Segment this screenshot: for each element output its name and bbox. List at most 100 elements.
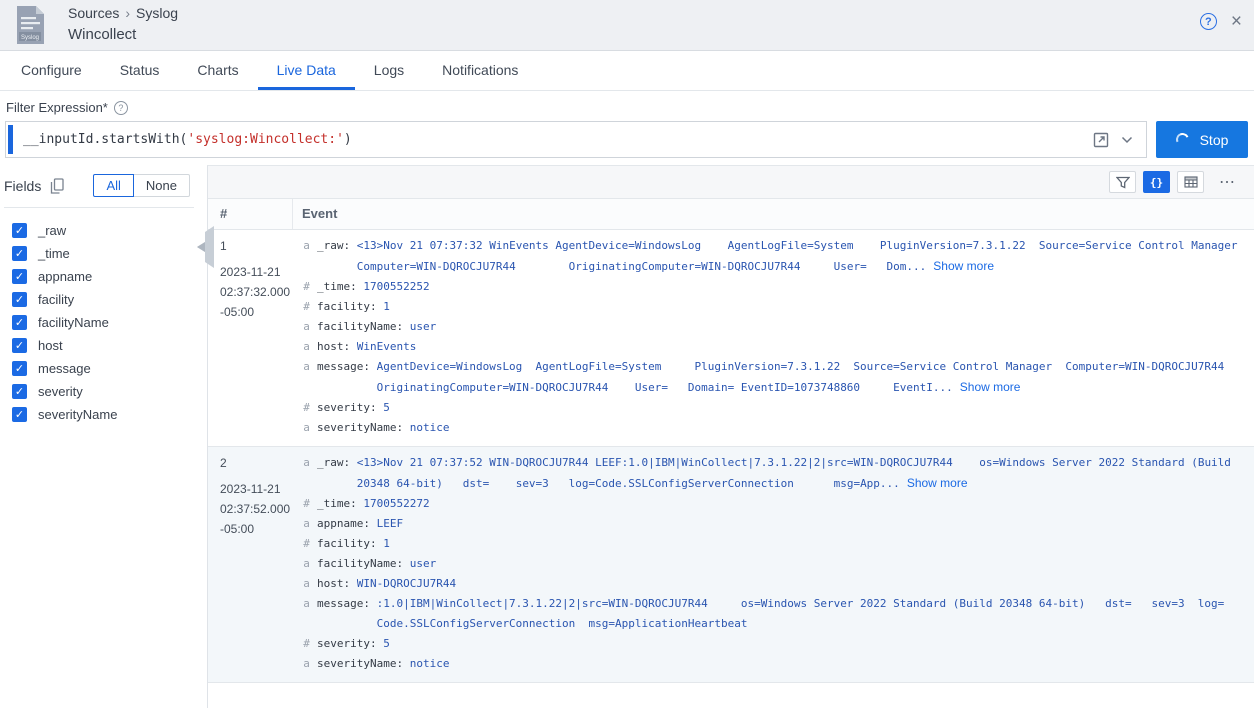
column-header-number: # <box>208 199 292 229</box>
breadcrumb-sources[interactable]: Sources <box>68 5 119 21</box>
tab-status[interactable]: Status <box>101 51 179 90</box>
event-timestamp: 02:37:32.000 <box>220 282 292 302</box>
event-timestamp: 2023-11-21 <box>220 479 292 499</box>
event-table: {} ⋯ # Event 1 2023-11-21 02:37:32.000 -05:… <box>207 165 1254 708</box>
field-name: _time: <box>317 277 363 297</box>
field-type-icon: a <box>302 654 311 674</box>
help-icon[interactable]: ? <box>1200 13 1217 30</box>
event-field-facilityName: afacilityName: user <box>302 554 1254 574</box>
event-field-severity: #severity: 5 <box>302 634 1254 654</box>
chevron-down-icon[interactable] <box>1121 136 1133 144</box>
filter-funnel-button[interactable] <box>1109 171 1136 193</box>
breadcrumb-separator: › <box>125 5 130 21</box>
fields-list: ✓_raw✓_time✓appname✓facility✓facilityNam… <box>4 208 196 422</box>
event-field-message: amessage: :1.0|IBM|WinCollect|7.3.1.22|2… <box>302 594 1254 634</box>
field-name: message: <box>317 357 377 398</box>
stop-button[interactable]: Stop <box>1156 121 1248 158</box>
field-type-icon: a <box>302 357 311 398</box>
field-label: appname <box>38 269 92 284</box>
event-field-facility: #facility: 1 <box>302 297 1254 317</box>
table-view-button[interactable] <box>1177 171 1204 193</box>
breadcrumb-syslog[interactable]: Syslog <box>136 5 178 21</box>
field-label: facility <box>38 292 74 307</box>
checkbox-host[interactable]: ✓ <box>12 338 27 353</box>
field-value: 1 <box>383 534 1254 554</box>
field-name: severity: <box>317 398 383 418</box>
field-item-facilityName[interactable]: ✓facilityName <box>12 315 196 330</box>
field-value: 5 <box>383 398 1254 418</box>
event-field-severityName: aseverityName: notice <box>302 418 1254 438</box>
checkbox-facility[interactable]: ✓ <box>12 292 27 307</box>
more-options-icon[interactable]: ⋯ <box>1213 171 1242 193</box>
field-value: 1700552272 <box>363 494 1254 514</box>
event-cell: a _raw: <13>Nov 21 07:37:52 WIN-DQROCJU7R… <box>292 453 1254 674</box>
field-value: notice <box>410 418 1254 438</box>
field-type-icon: # <box>302 297 311 317</box>
show-more-link[interactable]: Show more <box>907 476 968 490</box>
event-timestamp: -05:00 <box>220 519 292 539</box>
event-field-_time: #_time: 1700552272 <box>302 494 1254 514</box>
show-more-link[interactable]: Show more <box>933 259 994 273</box>
field-item-host[interactable]: ✓host <box>12 338 196 353</box>
column-header-event: Event <box>292 199 1254 229</box>
fields-all-button[interactable]: All <box>93 174 133 197</box>
field-type-icon: a <box>302 574 311 594</box>
event-field-facility: #facility: 1 <box>302 534 1254 554</box>
close-icon[interactable]: × <box>1231 13 1242 30</box>
tab-logs[interactable]: Logs <box>355 51 423 90</box>
field-item-_time[interactable]: ✓_time <box>12 246 196 261</box>
tab-notifications[interactable]: Notifications <box>423 51 537 90</box>
checkbox-severityName[interactable]: ✓ <box>12 407 27 422</box>
capture-spinner-icon <box>1174 131 1191 148</box>
svg-text:Syslog: Syslog <box>21 35 39 41</box>
expand-editor-icon[interactable] <box>1093 132 1109 148</box>
page-title: Wincollect <box>68 25 178 45</box>
checkbox-message[interactable]: ✓ <box>12 361 27 376</box>
field-item-severity[interactable]: ✓severity <box>12 384 196 399</box>
field-label: severityName <box>38 407 117 422</box>
field-value: AgentDevice=WindowsLog AgentLogFile=Syst… <box>377 357 1254 398</box>
field-name: host: <box>317 574 357 594</box>
field-name: _time: <box>317 494 363 514</box>
filter-help-icon[interactable]: ? <box>114 101 128 115</box>
tab-charts[interactable]: Charts <box>178 51 257 90</box>
checkbox-facilityName[interactable]: ✓ <box>12 315 27 330</box>
tab-configure[interactable]: Configure <box>2 51 101 90</box>
checkbox-_raw[interactable]: ✓ <box>12 223 27 238</box>
copy-fields-icon[interactable] <box>50 178 64 194</box>
checkbox-severity[interactable]: ✓ <box>12 384 27 399</box>
fields-title: Fields <box>4 178 41 194</box>
collapse-fields-panel-handle[interactable] <box>195 225 215 269</box>
checkbox-appname[interactable]: ✓ <box>12 269 27 284</box>
filter-expression-label: Filter Expression* <box>6 100 108 115</box>
field-name: severityName: <box>317 654 410 674</box>
field-value: notice <box>410 654 1254 674</box>
event-index: 1 <box>220 236 292 256</box>
field-name: facility: <box>317 534 383 554</box>
field-item-appname[interactable]: ✓ appname <box>12 269 196 284</box>
field-type-icon: a <box>302 317 311 337</box>
checkbox-_time[interactable]: ✓ <box>12 246 27 261</box>
top-header: Syslog Sources › Syslog Wincollect ? × <box>0 0 1254 51</box>
field-type-icon: a <box>302 236 311 277</box>
event-field-message: amessage: AgentDevice=WindowsLog AgentLo… <box>302 357 1254 398</box>
field-item-severityName[interactable]: ✓ severityName <box>12 407 196 422</box>
fields-none-button[interactable]: None <box>133 174 190 197</box>
event-field-facilityName: afacilityName: user <box>302 317 1254 337</box>
field-item-_raw[interactable]: ✓_raw <box>12 223 196 238</box>
field-type-icon: a <box>302 337 311 357</box>
json-view-button[interactable]: {} <box>1143 171 1170 193</box>
field-name: facility: <box>317 297 383 317</box>
field-value: 5 <box>383 634 1254 654</box>
show-more-link[interactable]: Show more <box>960 380 1021 394</box>
field-name: _raw: <box>317 453 357 494</box>
field-item-facility[interactable]: ✓ facility <box>12 292 196 307</box>
field-value: :1.0|IBM|WinCollect|7.3.1.22|2|src=WIN-D… <box>377 594 1254 634</box>
field-item-message[interactable]: ✓message <box>12 361 196 376</box>
event-field-_raw: a_raw: <13>Nov 21 07:37:32 WinEvents Age… <box>302 236 1254 277</box>
event-field-_time: #_time: 1700552252 <box>302 277 1254 297</box>
field-value: <13>Nov 21 07:37:52 WIN-DQROCJU7R44 LEEF… <box>357 453 1254 494</box>
tab-live-data[interactable]: Live Data <box>258 51 355 90</box>
filter-expression-input[interactable]: __inputId.startsWith('syslog:Wincollect:… <box>5 121 1147 158</box>
filter-expression-code: __inputId.startsWith('syslog:Wincollect:… <box>23 132 1080 147</box>
